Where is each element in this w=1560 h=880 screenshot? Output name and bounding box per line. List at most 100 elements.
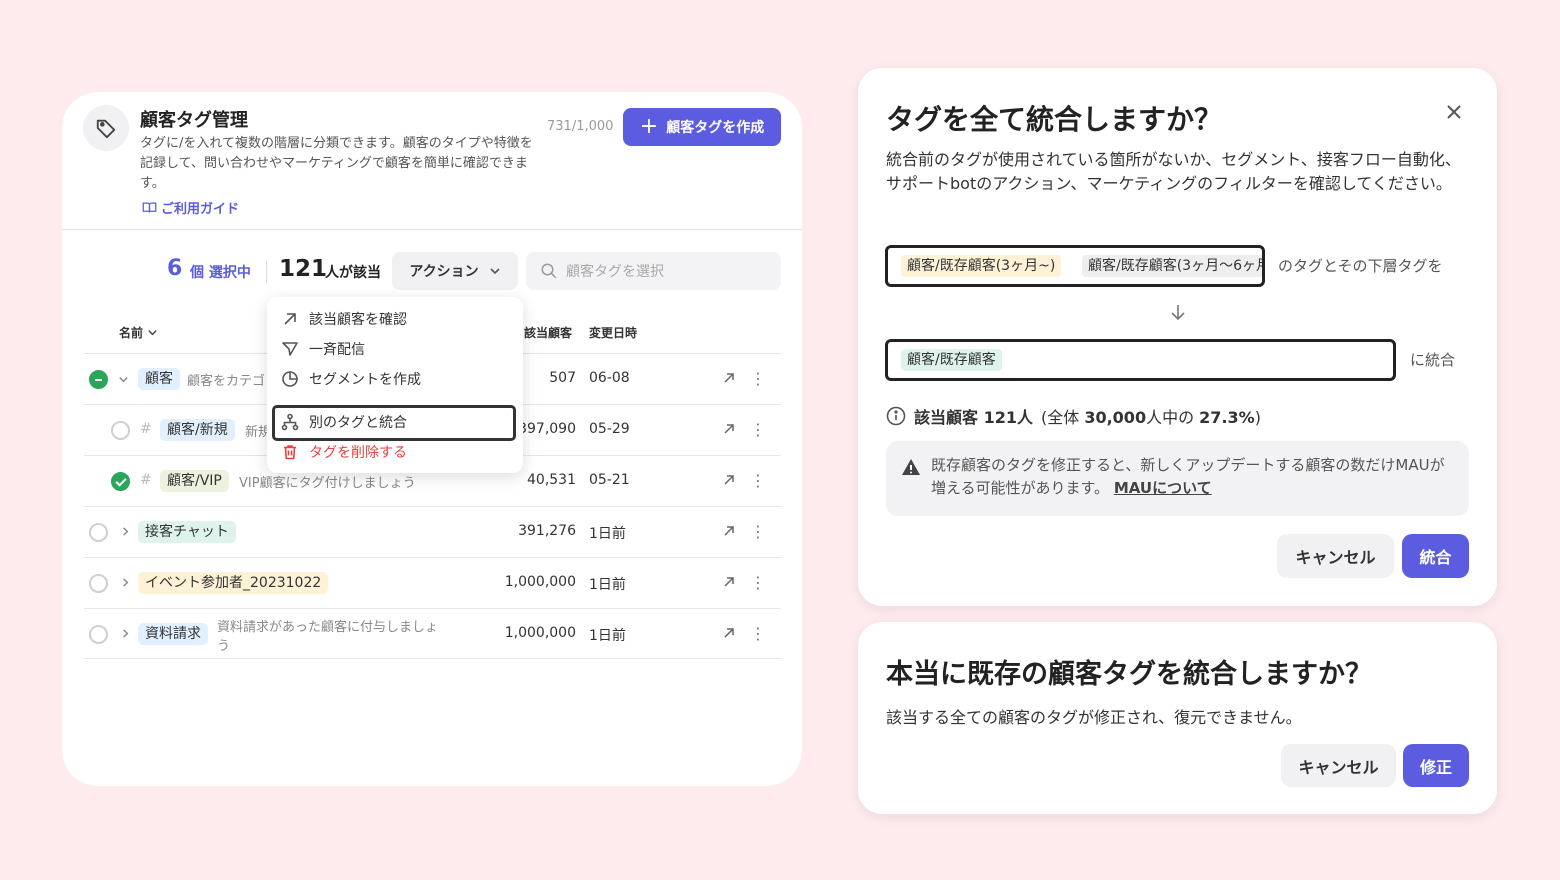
table-row[interactable]: 資料請求 資料請求があった顧客に付与しましょ う 1,000,000 1日前 ⋮ bbox=[84, 608, 781, 659]
cancel-button[interactable]: キャンセル bbox=[1281, 744, 1396, 787]
menu-item-create-segment[interactable]: セグメントを作成 bbox=[281, 367, 421, 391]
column-name-label: 名前 bbox=[119, 326, 144, 340]
source-suffix: のタグとその下層タグを bbox=[1278, 257, 1443, 275]
tag-search-input[interactable]: 顧客タグを選択 bbox=[526, 252, 781, 290]
more-vertical-icon[interactable]: ⋮ bbox=[750, 624, 766, 643]
impact-open: (全体 bbox=[1040, 408, 1085, 427]
customer-count: 1,000,000 bbox=[504, 574, 576, 590]
confirm-dialog: 本当に既存の顧客タグを統合しますか？ 該当する全ての顧客のタグが修正され、復元で… bbox=[858, 622, 1497, 814]
menu-item-view-customers[interactable]: 該当顧客を確認 bbox=[281, 307, 407, 331]
impact-summary: 該当顧客 121人 (全体 30,000人中の 27.3%) bbox=[886, 404, 1261, 428]
selected-count: 6 bbox=[167, 256, 183, 281]
arrow-up-right-icon bbox=[284, 313, 296, 325]
chevron-right-icon[interactable] bbox=[120, 577, 131, 588]
impact-close: ) bbox=[1254, 408, 1261, 427]
tag-description: 顧客をカテゴ bbox=[187, 374, 266, 389]
menu-item-label: 該当顧客を確認 bbox=[309, 312, 407, 328]
column-name-sort[interactable]: 名前 bbox=[119, 324, 158, 341]
chevron-down-icon[interactable] bbox=[118, 374, 129, 385]
guide-link[interactable]: ご利用ガイド bbox=[142, 198, 239, 217]
row-checkbox[interactable] bbox=[89, 370, 108, 389]
send-icon bbox=[282, 342, 298, 356]
more-vertical-icon[interactable]: ⋮ bbox=[750, 573, 766, 592]
tag-manager-card: 顧客タグ管理 タグに/を入れて複数の階層に分類できます。顧客のタイプや特徴を記録… bbox=[62, 92, 802, 786]
target-suffix: に統合 bbox=[1410, 351, 1456, 369]
merge-dialog: タグを全て統合しますか？ 統合前のタグが使用されている箇所がないか、セグメント、… bbox=[858, 68, 1497, 606]
action-dropdown-button[interactable]: アクション bbox=[392, 252, 518, 290]
merge-icon bbox=[281, 413, 299, 431]
table-row[interactable]: イベント参加者_20231022 1,000,000 1日前 ⋮ bbox=[84, 557, 781, 608]
open-link-icon[interactable] bbox=[721, 421, 737, 437]
modified-date: 06-08 bbox=[589, 370, 630, 386]
cancel-button[interactable]: キャンセル bbox=[1277, 534, 1394, 578]
open-link-icon[interactable] bbox=[721, 370, 737, 386]
table-row[interactable]: 接客チャット 391,276 1日前 ⋮ bbox=[84, 506, 781, 557]
row-checkbox[interactable] bbox=[89, 574, 108, 593]
impact-total: 30,000 bbox=[1084, 408, 1147, 427]
create-tag-label: 顧客タグを作成 bbox=[666, 120, 765, 136]
column-count-label: 該当顧客 bbox=[524, 326, 573, 340]
tag-manager-header: 顧客タグ管理 タグに/を入れて複数の階層に分類できます。顧客のタイプや特徴を記録… bbox=[62, 92, 802, 230]
chevron-right-icon[interactable] bbox=[120, 628, 131, 639]
tag-chip: 顧客/新規 bbox=[160, 419, 235, 441]
open-link-icon[interactable] bbox=[721, 523, 737, 539]
menu-item-label: セグメントを作成 bbox=[309, 372, 421, 388]
customer-count: 507 bbox=[549, 370, 576, 386]
menu-item-broadcast[interactable]: 一斉配信 bbox=[281, 337, 365, 361]
chevron-down-icon bbox=[148, 330, 157, 336]
info-icon bbox=[886, 406, 906, 426]
search-placeholder: 顧客タグを選択 bbox=[566, 264, 664, 280]
impact-mid: 人中の bbox=[1146, 408, 1200, 427]
source-tags-field[interactable]: 顧客/既存顧客(3ヶ月~) 顧客/既存顧客(3ヶ月〜6ヶ月) bbox=[885, 245, 1265, 287]
search-icon bbox=[541, 263, 557, 279]
impact-percent: 27.3% bbox=[1199, 408, 1255, 427]
tag-chip: 資料請求 bbox=[138, 623, 208, 645]
impact-label: 該当顧客 121人 bbox=[914, 408, 1033, 427]
more-vertical-icon[interactable]: ⋮ bbox=[750, 522, 766, 541]
menu-item-merge-tag[interactable]: 別のタグと統合 bbox=[281, 410, 407, 434]
book-icon bbox=[142, 202, 157, 213]
chevron-down-icon bbox=[490, 268, 500, 275]
hash-icon: # bbox=[140, 421, 152, 437]
target-tag-chip: 顧客/既存顧客 bbox=[901, 349, 1002, 371]
merge-confirm-button[interactable]: 統合 bbox=[1402, 534, 1469, 578]
create-tag-button[interactable]: + 顧客タグを作成 bbox=[623, 108, 781, 146]
menu-item-label: 一斉配信 bbox=[309, 342, 365, 358]
warning-icon bbox=[902, 459, 920, 475]
row-checkbox[interactable] bbox=[111, 472, 130, 491]
close-icon[interactable] bbox=[1444, 100, 1464, 128]
open-link-icon[interactable] bbox=[721, 574, 737, 590]
open-link-icon[interactable] bbox=[721, 625, 737, 641]
tag-description-wrap: う bbox=[217, 639, 231, 654]
menu-item-delete-tag[interactable]: タグを削除する bbox=[281, 440, 407, 464]
source-tag-chip: 顧客/既存顧客(3ヶ月〜6ヶ月) bbox=[1082, 255, 1262, 277]
chevron-right-icon[interactable] bbox=[120, 526, 131, 537]
row-checkbox[interactable] bbox=[89, 523, 108, 542]
arrow-down-icon bbox=[1168, 302, 1188, 327]
target-tag-field[interactable]: 顧客/既存顧客 bbox=[885, 339, 1396, 381]
modified-date: 1日前 bbox=[589, 628, 626, 644]
tag-chip: 接客チャット bbox=[138, 521, 236, 543]
dialog-body: 該当する全ての顧客のタグが修正され、復元できません。 bbox=[886, 708, 1302, 727]
more-vertical-icon[interactable]: ⋮ bbox=[750, 420, 766, 439]
hash-icon: # bbox=[140, 472, 152, 488]
customer-count: 397,090 bbox=[518, 421, 576, 437]
guide-link-label: ご利用ガイド bbox=[161, 202, 240, 217]
modified-date: 1日前 bbox=[589, 577, 626, 593]
dialog-title: 本当に既存の顧客タグを統合しますか？ bbox=[886, 659, 1372, 690]
warning-text: 既存顧客のタグを修正すると、新しくアップデートする顧客の数だけMAUが増える可能… bbox=[931, 454, 1451, 500]
page-description: タグに/を入れて複数の階層に分類できます。顧客のタイプや特徴を記録して、問い合わ… bbox=[140, 136, 533, 191]
tag-description: 資料請求があった顧客に付与しましょ bbox=[217, 620, 439, 635]
column-date-label: 変更日時 bbox=[589, 326, 638, 340]
dialog-title: タグを全て統合しますか？ bbox=[886, 103, 1223, 136]
matched-count: 121 bbox=[279, 256, 328, 282]
more-vertical-icon[interactable]: ⋮ bbox=[750, 471, 766, 490]
row-checkbox[interactable] bbox=[89, 625, 108, 644]
row-checkbox[interactable] bbox=[111, 421, 130, 440]
mau-link[interactable]: MAUについて bbox=[1114, 479, 1212, 497]
action-menu: 該当顧客を確認 一斉配信 セグメントを作成 別のタグと統合 タグを削除する bbox=[267, 297, 523, 473]
more-vertical-icon[interactable]: ⋮ bbox=[750, 369, 766, 388]
modify-confirm-button[interactable]: 修正 bbox=[1403, 744, 1469, 787]
toolbar-divider bbox=[266, 261, 267, 283]
open-link-icon[interactable] bbox=[721, 472, 737, 488]
